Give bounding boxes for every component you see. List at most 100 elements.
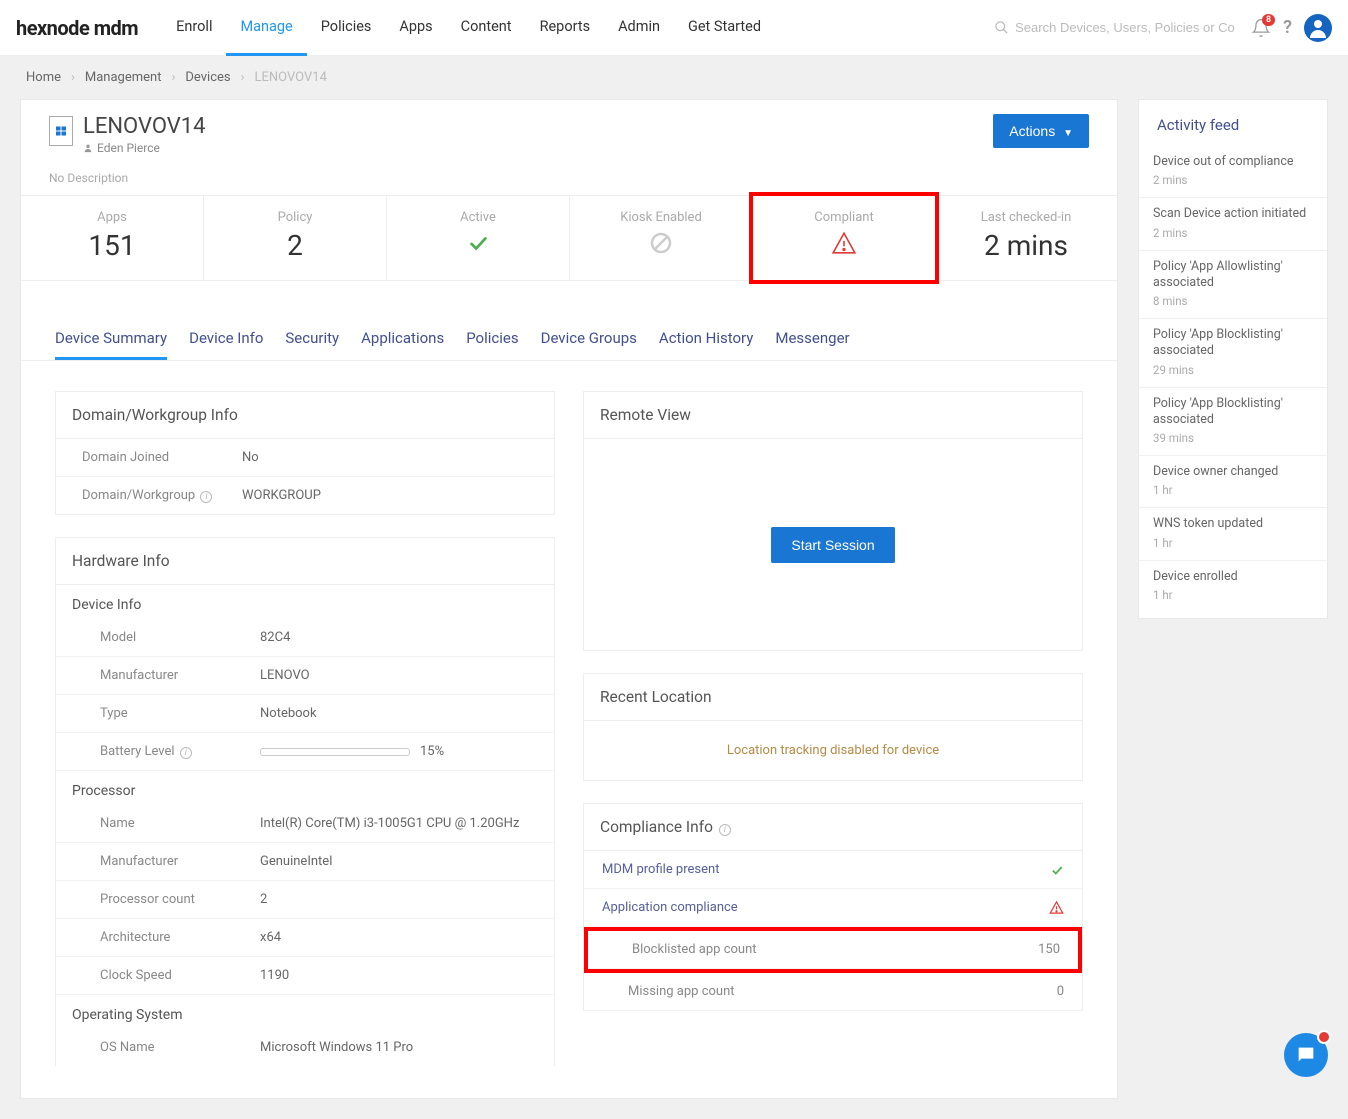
nav-content[interactable]: Content <box>447 0 526 56</box>
stat-apps[interactable]: Apps 151 <box>21 196 204 280</box>
windows-device-icon <box>49 116 73 146</box>
missing-app-label: Missing app count <box>628 984 735 999</box>
domain-workgroup-label: Domain/Workgroup i <box>82 488 242 503</box>
feed-item[interactable]: Device owner changed1 hr <box>1139 456 1327 508</box>
feed-item[interactable]: Device enrolled1 hr <box>1139 561 1327 612</box>
device-description: No Description <box>49 171 1117 195</box>
chat-button[interactable] <box>1284 1033 1328 1077</box>
device-card: LENOVOV14 Eden Pierce Actions ▼ No Descr… <box>20 99 1118 1099</box>
tab-policies[interactable]: Policies <box>466 329 518 360</box>
blocklisted-highlight: Blocklisted app count 150 <box>584 927 1082 973</box>
feed-item[interactable]: WNS token updated1 hr <box>1139 508 1327 560</box>
nav-enroll[interactable]: Enroll <box>162 0 226 56</box>
info-icon[interactable]: i <box>719 824 731 836</box>
info-icon[interactable]: i <box>180 747 192 759</box>
mdm-profile-row: MDM profile present <box>584 851 1082 889</box>
user-icon <box>83 143 93 153</box>
feed-time: 39 mins <box>1153 431 1313 445</box>
chevron-right-icon: › <box>241 70 245 85</box>
feed-item[interactable]: Policy 'App Blocklisting' associated 39 m… <box>1139 388 1327 457</box>
domain-workgroup-panel: Domain/Workgroup Info Domain Joined No D… <box>55 391 555 515</box>
stat-kiosk[interactable]: Kiosk Enabled <box>570 196 753 280</box>
nav-admin[interactable]: Admin <box>604 0 674 56</box>
stat-compliant[interactable]: Compliant <box>749 192 939 284</box>
breadcrumb-home[interactable]: Home <box>26 70 61 85</box>
nav-manage[interactable]: Manage <box>226 0 306 56</box>
feed-time: 8 mins <box>1153 294 1313 308</box>
stat-apps-val: 151 <box>29 229 195 262</box>
remote-view-title: Remote View <box>584 392 1082 439</box>
warning-icon <box>1049 900 1064 915</box>
stat-apps-label: Apps <box>29 210 195 225</box>
notifications-button[interactable]: 8 <box>1251 18 1271 38</box>
os-name-val: Microsoft Windows 11 Pro <box>260 1040 528 1055</box>
info-icon[interactable]: i <box>200 491 212 503</box>
compliance-info-panel: Compliance Info i MDM profile present Ap… <box>583 803 1083 1011</box>
feed-text: Policy 'App Allowlisting' associated <box>1153 259 1313 292</box>
topbar: hexnode mdm Enroll Manage Policies Apps … <box>0 0 1348 56</box>
proc-count-label: Processor count <box>100 892 260 907</box>
search-wrap <box>994 20 1235 35</box>
remote-view-panel: Remote View Start Session <box>583 391 1083 651</box>
nav-apps[interactable]: Apps <box>385 0 446 56</box>
proc-name-val: Intel(R) Core(TM) i3-1005G1 CPU @ 1.20GH… <box>260 816 528 831</box>
location-message: Location tracking disabled for device <box>584 721 1082 780</box>
feed-text: Device enrolled <box>1153 569 1313 585</box>
domain-workgroup-val: WORKGROUP <box>242 488 528 503</box>
disabled-icon <box>578 229 744 257</box>
start-session-button[interactable]: Start Session <box>771 527 894 563</box>
stat-policy[interactable]: Policy 2 <box>204 196 387 280</box>
device-info-section: Device Info <box>56 585 554 619</box>
location-title: Recent Location <box>584 674 1082 721</box>
breadcrumb-management[interactable]: Management <box>85 70 162 85</box>
feed-item[interactable]: Device out of compliance2 mins <box>1139 146 1327 198</box>
tab-security[interactable]: Security <box>285 329 339 360</box>
search-input[interactable] <box>1015 20 1235 35</box>
app-compliance-row: Application compliance <box>584 889 1082 927</box>
blocklisted-row: Blocklisted app count 150 <box>588 931 1078 969</box>
stat-active-label: Active <box>395 210 561 225</box>
notification-badge: 8 <box>1262 14 1275 26</box>
tab-applications[interactable]: Applications <box>361 329 444 360</box>
feed-text: Policy 'App Blocklisting' associated <box>1153 327 1313 360</box>
domain-panel-title: Domain/Workgroup Info <box>56 392 554 439</box>
nav-policies[interactable]: Policies <box>307 0 386 56</box>
breadcrumb-devices[interactable]: Devices <box>185 70 230 85</box>
nav-get-started[interactable]: Get Started <box>674 0 775 56</box>
os-section: Operating System <box>56 995 554 1029</box>
mdm-profile-label: MDM profile present <box>602 862 719 877</box>
stat-checked-in[interactable]: Last checked-in 2 mins <box>935 196 1117 280</box>
nav-reports[interactable]: Reports <box>526 0 605 56</box>
tab-device-groups[interactable]: Device Groups <box>541 329 637 360</box>
missing-app-row: Missing app count 0 <box>584 973 1082 1011</box>
compliance-title: Compliance Info i <box>584 804 1082 851</box>
feed-time: 1 hr <box>1153 536 1313 550</box>
feed-item[interactable]: Policy 'App Allowlisting' associated 8 mi… <box>1139 251 1327 320</box>
activity-feed-panel: Activity feed Device out of compliance2 … <box>1138 99 1328 619</box>
tab-device-info[interactable]: Device Info <box>189 329 263 360</box>
caret-down-icon: ▼ <box>1063 128 1073 139</box>
blocklisted-val: 150 <box>1038 942 1060 957</box>
proc-count-val: 2 <box>260 892 528 907</box>
chat-icon <box>1295 1044 1317 1066</box>
actions-button[interactable]: Actions ▼ <box>993 114 1089 148</box>
proc-name-label: Name <box>100 816 260 831</box>
help-button[interactable]: ? <box>1283 17 1292 38</box>
tab-messenger[interactable]: Messenger <box>775 329 849 360</box>
missing-app-val: 0 <box>1057 984 1064 999</box>
tab-device-summary[interactable]: Device Summary <box>55 329 167 360</box>
stats-row: Apps 151 Policy 2 Active Kiosk Enabled <box>21 195 1117 281</box>
checkmark-icon <box>1050 863 1064 877</box>
feed-text: Policy 'App Blocklisting' associated <box>1153 396 1313 429</box>
device-owner-name: Eden Pierce <box>97 141 160 155</box>
battery-bar <box>260 748 410 756</box>
stat-active[interactable]: Active <box>387 196 570 280</box>
actions-label: Actions <box>1009 123 1055 139</box>
feed-item[interactable]: Policy 'App Blocklisting' associated29 m… <box>1139 319 1327 388</box>
avatar-icon <box>1306 16 1330 40</box>
os-name-label: OS Name <box>100 1040 260 1055</box>
feed-item[interactable]: Scan Device action initiated2 mins <box>1139 198 1327 250</box>
tab-action-history[interactable]: Action History <box>659 329 753 360</box>
avatar-button[interactable] <box>1304 14 1332 42</box>
battery-label: Battery Level i <box>100 744 260 759</box>
